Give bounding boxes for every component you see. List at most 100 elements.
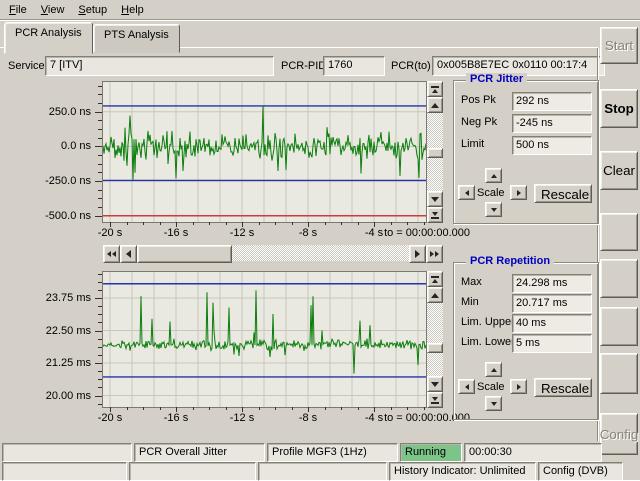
x-end-label: to = 00:00:00.000 xyxy=(384,227,470,239)
x-tick xyxy=(226,407,227,410)
repetition-scale-up-button[interactable] xyxy=(427,287,443,303)
x-tick xyxy=(341,407,342,410)
repetition-x-axis-labels: -20 s-16 s-12 s-8 s-4 sto = 00:00:00.000 xyxy=(103,412,470,425)
bar-icon xyxy=(431,402,439,404)
y-tick-label: 21.25 ms xyxy=(46,357,91,369)
arrow-left-icon xyxy=(126,250,131,258)
menu-view[interactable]: View xyxy=(34,2,72,18)
arrow-down-icon xyxy=(432,397,438,401)
jitter-scale-page-down-button[interactable] xyxy=(427,207,443,223)
jitter-scale-down-button[interactable] xyxy=(485,202,502,217)
tab-pcr-analysis[interactable]: PCR Analysis xyxy=(4,22,93,54)
row-label: Lim. Lower xyxy=(461,336,515,348)
repetition-scale-up-button[interactable] xyxy=(485,362,502,377)
pcr-repetition-panel: PCR Repetition Max24.298 msMin20.717 msL… xyxy=(453,262,599,420)
repetition-scale-thumb[interactable] xyxy=(427,343,443,353)
service-field[interactable]: 7 [ITV] xyxy=(45,56,274,76)
jitter-scale-scrollbar[interactable] xyxy=(427,81,443,223)
time-scroll-thumb[interactable] xyxy=(137,245,232,263)
y-tick xyxy=(95,112,102,113)
repetition-scale-left-button[interactable] xyxy=(458,379,475,394)
x-tick xyxy=(275,222,276,225)
jitter-y-axis-labels: 250.0 ns0.0 ns-250.0 ns-500.0 ns xyxy=(30,82,93,222)
jitter-plot xyxy=(103,82,426,222)
pcr-jitter-panel: PCR Jitter Pos Pk292 nsNeg Pk-245 nsLimi… xyxy=(453,80,599,224)
x-tick xyxy=(424,407,425,410)
arrow-down-icon xyxy=(491,402,497,406)
repetition-scale-down-button[interactable] xyxy=(427,376,443,392)
scroll-far-right-button[interactable] xyxy=(426,245,443,263)
repetition-rescale-button[interactable]: Rescale xyxy=(534,378,592,397)
repetition-scale-right-button[interactable] xyxy=(510,379,527,394)
x-tick-label: -12 s xyxy=(230,412,254,424)
jitter-scale-thumb[interactable] xyxy=(427,148,443,158)
repetition-scale-down-button[interactable] xyxy=(485,396,502,411)
jitter-scale-down-button[interactable] xyxy=(427,191,443,207)
jitter-neg-pk-field[interactable]: -245 ns xyxy=(512,114,592,133)
y-tick xyxy=(95,363,102,364)
repetition-scale-track[interactable] xyxy=(427,303,443,376)
scroll-far-left-button[interactable] xyxy=(103,245,120,263)
pcr-analyzer-window: FileViewSetupHelp PCR AnalysisPTS Analys… xyxy=(0,0,640,480)
clear-button[interactable]: Clear xyxy=(600,151,638,190)
jitter-x-axis-labels: -20 s-16 s-12 s-8 s-4 sto = 00:00:00.000 xyxy=(103,227,470,240)
jitter-rescale-button[interactable]: Rescale xyxy=(534,184,592,203)
arrow-up-icon xyxy=(491,174,497,178)
pcr-to-label: PCR(to) xyxy=(391,60,431,72)
arrow-up-icon xyxy=(491,368,497,372)
arrow-right-icon xyxy=(415,250,420,258)
jitter-pos-pk-field[interactable]: 292 ns xyxy=(512,92,592,111)
x-tick xyxy=(292,407,293,410)
time-scroll-track[interactable] xyxy=(232,245,409,261)
repetition-scale-scrollbar[interactable] xyxy=(427,271,443,408)
pcr-pid-field[interactable]: 1760 xyxy=(323,56,385,76)
scroll-left-button[interactable] xyxy=(120,245,137,263)
time-scrollbar[interactable] xyxy=(103,245,443,261)
spare-button-4[interactable] xyxy=(600,259,638,298)
repetition-row-lim-lower: Lim. Lower5 ms xyxy=(454,334,598,351)
repetition-lim-upper-field[interactable]: 40 ms xyxy=(512,314,592,333)
x-tick xyxy=(193,222,194,225)
repetition-scale-page-down-button[interactable] xyxy=(427,392,443,408)
menu-file[interactable]: File xyxy=(2,2,34,18)
tab-pts-analysis[interactable]: PTS Analysis xyxy=(93,24,180,53)
x-tick-label: -8 s xyxy=(299,227,317,239)
jitter-scale-label: Scale xyxy=(477,187,505,199)
jitter-scale-page-up-button[interactable] xyxy=(427,81,443,97)
jitter-scale-right-button[interactable] xyxy=(510,185,527,200)
y-tick xyxy=(95,216,102,217)
jitter-scale-up-button[interactable] xyxy=(485,168,502,183)
pcr-repetition-panel-title: PCR Repetition xyxy=(466,255,554,267)
repetition-scale-page-up-button[interactable] xyxy=(427,271,443,287)
row-label: Min xyxy=(461,296,479,308)
menu-help[interactable]: Help xyxy=(114,2,151,18)
arrow-up-icon xyxy=(431,293,439,298)
menu-bar: FileViewSetupHelp xyxy=(0,0,640,20)
start-button: Start xyxy=(600,27,638,64)
jitter-scale-up-button[interactable] xyxy=(427,97,443,113)
jitter-scale-left-button[interactable] xyxy=(458,185,475,200)
x-tick xyxy=(391,407,392,410)
jitter-row-pos-pk: Pos Pk292 ns xyxy=(454,92,598,109)
spare-button-5[interactable] xyxy=(600,307,638,346)
repetition-lim-lower-field[interactable]: 5 ms xyxy=(512,334,592,353)
repetition-min-field[interactable]: 20.717 ms xyxy=(512,294,592,313)
arrow-left-icon xyxy=(112,251,116,257)
scroll-right-button[interactable] xyxy=(409,245,426,263)
x-tick xyxy=(143,407,144,410)
y-tick xyxy=(95,146,102,147)
repetition-max-field[interactable]: 24.298 ms xyxy=(512,274,592,293)
x-tick-label: -12 s xyxy=(230,227,254,239)
status-cell xyxy=(2,443,132,462)
jitter-limit-field[interactable]: 500 ns xyxy=(512,136,592,155)
jitter-scale-track[interactable] xyxy=(427,113,443,191)
x-tick xyxy=(358,407,359,410)
arrow-down-icon xyxy=(432,212,438,216)
menu-setup[interactable]: Setup xyxy=(71,2,114,18)
status-cell xyxy=(129,462,256,481)
stop-button[interactable]: Stop xyxy=(600,89,638,128)
x-tick xyxy=(226,222,227,225)
spare-button-6[interactable] xyxy=(600,353,638,394)
spare-button-3[interactable] xyxy=(600,213,638,251)
y-tick xyxy=(95,298,102,299)
